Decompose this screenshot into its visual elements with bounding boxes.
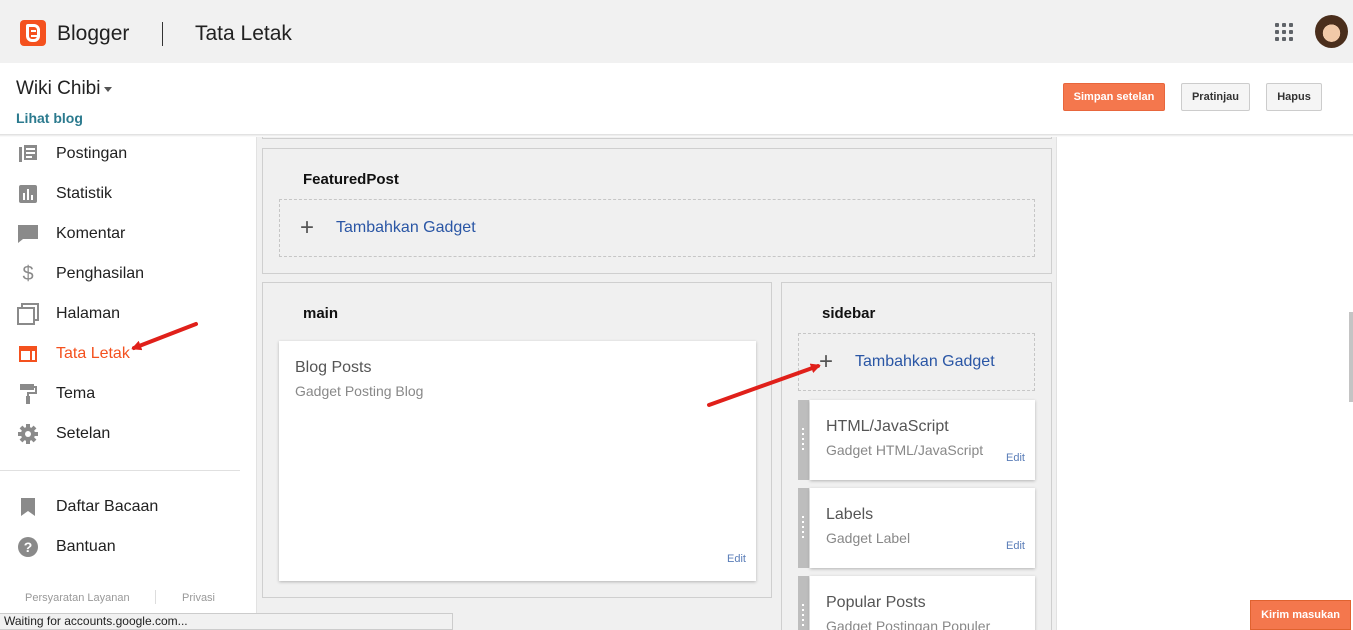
view-blog-link[interactable]: Lihat blog (16, 110, 83, 126)
gadget-subtitle: Gadget Postingan Populer (826, 618, 991, 630)
layout-section-sidebar: sidebar + Tambahkan Gadget HTML/JavaScri… (781, 282, 1052, 630)
gadget-subtitle: Gadget HTML/JavaScript (826, 442, 984, 458)
sidebar-item-halaman[interactable]: Halaman (0, 294, 256, 334)
layout-section-featuredpost: FeaturedPost + Tambahkan Gadget (262, 148, 1052, 274)
sidebar-item-statistik[interactable]: Statistik (0, 174, 256, 214)
sidebar-item-label: Postingan (56, 145, 128, 162)
plus-icon: + (300, 214, 315, 241)
sidebar-item-label: Setelan (56, 425, 111, 442)
chevron-down-icon[interactable] (104, 87, 112, 92)
layout-icon (17, 343, 39, 365)
sidebar-item-label: Tata Letak (56, 345, 130, 362)
sidebar-item-label: Komentar (56, 225, 126, 242)
drag-handle[interactable] (798, 488, 809, 568)
preview-button[interactable]: Pratinjau (1181, 83, 1250, 111)
gadget-subtitle: Gadget Posting Blog (295, 383, 424, 399)
pages-icon (17, 303, 39, 325)
edit-link[interactable]: Edit (1006, 540, 1025, 552)
brand-name[interactable]: Blogger (57, 22, 129, 46)
add-gadget-label: Tambahkan Gadget (336, 219, 476, 236)
divider (162, 22, 163, 46)
sidebar-item-label: Bantuan (56, 538, 116, 555)
sidebar-item-komentar[interactable]: Komentar (0, 214, 256, 254)
sidebar-item-postingan[interactable]: Postingan (0, 134, 256, 174)
top-bar: Blogger Tata Letak (0, 0, 1353, 63)
section-title: main (303, 305, 339, 322)
gadget-popular-posts[interactable]: Popular Posts Gadget Postingan Populer (810, 576, 1035, 630)
blog-title[interactable]: Wiki Chibi (16, 78, 100, 100)
terms-link[interactable]: Persyaratan Layanan (25, 592, 130, 604)
sidebar-item-tema[interactable]: Tema (0, 374, 256, 414)
gadget-title: Labels (826, 506, 874, 523)
dollar-icon: $ (22, 262, 34, 285)
edit-link[interactable]: Edit (727, 553, 746, 565)
gadget-blog-posts[interactable]: Blog Posts Gadget Posting Blog Edit (279, 341, 756, 581)
edit-link[interactable]: Edit (1006, 452, 1025, 464)
add-gadget-label: Tambahkan Gadget (855, 353, 995, 370)
sidebar-item-setelan[interactable]: Setelan (0, 414, 256, 454)
sidebar-item-penghasilan[interactable]: $ Penghasilan (0, 254, 256, 294)
sidebar-item-tata-letak[interactable]: Tata Letak (0, 334, 256, 374)
footer-links: Persyaratan Layanan Privasi (25, 590, 215, 604)
gadget-html-javascript[interactable]: HTML/JavaScript Gadget HTML/JavaScript E… (810, 400, 1035, 480)
delete-button[interactable]: Hapus (1266, 83, 1322, 111)
gadget-labels[interactable]: Labels Gadget Label Edit (810, 488, 1035, 568)
gadget-subtitle: Gadget Label (826, 530, 911, 546)
nav-divider (0, 470, 240, 471)
sidebar-item-label: Penghasilan (56, 265, 145, 282)
stats-icon (17, 183, 39, 205)
posts-icon (17, 143, 39, 165)
comment-icon (17, 223, 39, 245)
add-gadget-featuredpost[interactable]: + Tambahkan Gadget (279, 199, 1035, 257)
plus-icon: + (819, 348, 834, 375)
sidebar-nav: Postingan Statistik Komentar $ Penghasil… (0, 137, 256, 630)
svg-text:?: ? (24, 539, 33, 555)
right-pane (1057, 137, 1353, 630)
layout-section-main: main Blog Posts Gadget Posting Blog Edit (262, 282, 772, 598)
add-gadget-sidebar[interactable]: + Tambahkan Gadget (798, 333, 1035, 391)
gear-icon (17, 423, 39, 445)
gadget-title: HTML/JavaScript (826, 418, 949, 435)
feedback-button[interactable]: Kirim masukan (1250, 600, 1351, 630)
sidebar-item-bantuan[interactable]: ? Bantuan (0, 527, 256, 567)
sidebar-item-label: Daftar Bacaan (56, 498, 159, 515)
help-icon: ? (17, 536, 39, 558)
blogger-logo-icon[interactable] (20, 20, 46, 46)
sidebar-item-label: Halaman (56, 305, 121, 322)
gadget-title: Popular Posts (826, 594, 926, 611)
save-button[interactable]: Simpan setelan (1063, 83, 1165, 111)
bookmark-icon (17, 496, 39, 518)
gadget-title: Blog Posts (295, 359, 372, 376)
scrollbar[interactable] (1349, 312, 1353, 402)
avatar[interactable] (1315, 15, 1348, 48)
section-title: sidebar (822, 305, 876, 322)
sidebar-item-daftar-bacaan[interactable]: Daftar Bacaan (0, 487, 256, 527)
layout-section-header (262, 137, 1052, 139)
layout-editor: FeaturedPost + Tambahkan Gadget main Blo… (256, 137, 1057, 630)
section-title: FeaturedPost (303, 171, 399, 188)
privacy-link[interactable]: Privasi (182, 592, 215, 604)
drag-handle[interactable] (798, 400, 809, 480)
drag-handle[interactable] (798, 576, 809, 630)
sidebar-item-label: Statistik (56, 185, 113, 202)
paint-roller-icon (17, 383, 39, 405)
header-shadow (0, 134, 1353, 137)
status-bar: Waiting for accounts.google.com... (0, 613, 453, 630)
apps-grid-icon[interactable] (1275, 23, 1293, 41)
page-title: Tata Letak (195, 22, 292, 45)
sidebar-item-label: Tema (56, 385, 96, 402)
